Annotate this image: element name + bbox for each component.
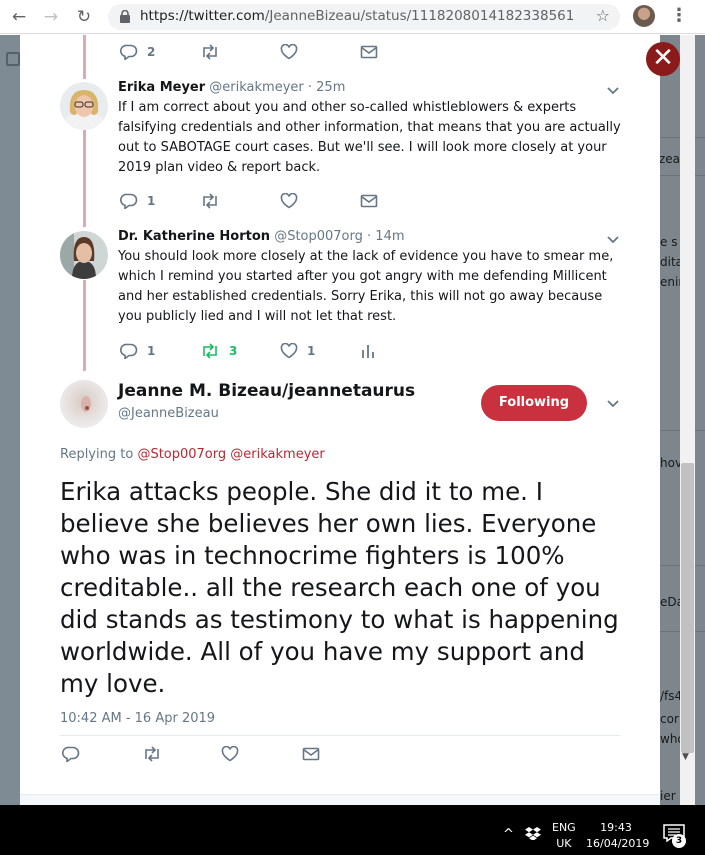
reload-icon[interactable]: ↻ xyxy=(73,6,95,28)
tweet-text: If I am correct about you and other so-c… xyxy=(118,100,621,175)
clock[interactable]: 19:43 16/04/2019 xyxy=(586,820,649,852)
thread-line xyxy=(83,280,86,371)
following-button[interactable]: Following xyxy=(481,385,587,421)
back-icon[interactable]: ← xyxy=(8,6,30,28)
tweet-time[interactable]: · 14m xyxy=(367,229,404,244)
heart-icon xyxy=(280,193,298,209)
like-button[interactable]: 1 xyxy=(280,341,315,361)
avatar[interactable] xyxy=(60,380,108,428)
tweet-actions: 2 xyxy=(120,42,400,62)
reply-icon xyxy=(120,44,138,60)
tweet-actions xyxy=(62,744,342,764)
reply-icon xyxy=(120,193,138,209)
profile-avatar[interactable] xyxy=(633,5,655,27)
envelope-icon xyxy=(360,194,378,208)
like-button[interactable] xyxy=(280,191,298,211)
avatar[interactable] xyxy=(60,82,108,130)
divider xyxy=(60,735,620,736)
retweet-button[interactable] xyxy=(142,744,162,764)
reply-icon xyxy=(62,746,80,762)
bg-fragment: hov xyxy=(660,456,683,470)
bg-fragment: e s xyxy=(660,235,678,249)
envelope-icon xyxy=(360,45,378,59)
dm-button[interactable] xyxy=(360,191,378,211)
tweet-text: Erika attacks people. She did it to me. … xyxy=(60,477,619,698)
bookmark-star-icon[interactable]: ☆ xyxy=(596,6,610,25)
thread-line xyxy=(83,130,86,227)
user-name[interactable]: Jeanne M. Bizeau/jeannetaurus xyxy=(118,381,415,401)
analytics-button[interactable] xyxy=(360,341,376,361)
bg-fragment: zea xyxy=(659,152,681,166)
chevron-down-icon[interactable] xyxy=(606,235,620,245)
user-name[interactable]: Erika Meyer xyxy=(118,80,205,95)
browser-menu-icon[interactable]: ⋮ xyxy=(670,5,688,26)
close-icon[interactable]: ✕ xyxy=(646,42,680,76)
retweet-button[interactable]: 3 xyxy=(200,341,237,361)
tweet-header: Dr. Katherine Horton @Stop007org · 14m xyxy=(118,229,405,244)
mention-link[interactable]: @Stop007org xyxy=(137,447,226,462)
reply-button[interactable]: 1 xyxy=(120,341,155,361)
reply-button[interactable]: 1 xyxy=(120,191,155,211)
bg-fragment: cor xyxy=(660,712,679,726)
like-button[interactable] xyxy=(221,744,239,764)
retweet-icon xyxy=(145,746,159,762)
heart-icon xyxy=(221,746,239,762)
scroll-down-icon[interactable]: ▼ xyxy=(682,752,689,762)
thread-line xyxy=(83,35,86,79)
replying-to: Replying to @Stop007org @erikakmeyer xyxy=(60,447,325,462)
lock-icon xyxy=(120,10,130,23)
url-text: https://twitter.com/JeanneBizeau/status/… xyxy=(140,8,575,24)
mention-link[interactable]: @erikakmeyer xyxy=(230,447,324,462)
retweet-icon xyxy=(203,44,217,60)
user-name[interactable]: Dr. Katherine Horton xyxy=(118,229,270,244)
language-indicator[interactable]: ENG UK xyxy=(552,820,576,852)
background-compose-icon xyxy=(6,52,20,66)
like-button[interactable] xyxy=(280,42,298,62)
user-handle[interactable]: @JeanneBizeau xyxy=(118,406,219,421)
dm-button[interactable] xyxy=(302,744,320,764)
retweet-icon xyxy=(203,193,217,209)
dropbox-icon[interactable] xyxy=(525,826,541,840)
reply-button[interactable]: 2 xyxy=(120,42,155,62)
avatar[interactable] xyxy=(60,231,108,279)
reply-icon xyxy=(120,343,138,359)
notification-badge: 3 xyxy=(672,834,686,848)
chevron-down-icon[interactable] xyxy=(606,86,620,96)
address-bar[interactable]: https://twitter.com/JeanneBizeau/status/… xyxy=(108,4,620,30)
tweet-actions: 1 3 1 xyxy=(120,341,400,361)
retweet-icon xyxy=(203,343,217,359)
envelope-icon xyxy=(302,747,320,761)
tweet-time[interactable]: · 25m xyxy=(308,80,345,95)
chevron-down-icon[interactable] xyxy=(606,399,620,409)
chevron-up-icon[interactable]: ^ xyxy=(503,827,514,842)
reply-button[interactable] xyxy=(62,744,80,764)
modal-footer xyxy=(20,794,660,805)
analytics-icon xyxy=(362,345,374,358)
tweet-text: You should look more closely at the lack… xyxy=(118,249,614,324)
forward-icon[interactable]: → xyxy=(40,6,62,28)
dm-button[interactable] xyxy=(360,42,378,62)
bg-fragment: ier xyxy=(660,789,676,803)
heart-icon xyxy=(280,44,298,60)
tweet-header: Erika Meyer @erikakmeyer · 25m xyxy=(118,80,345,95)
browser-toolbar: ← → ↻ https://twitter.com/JeanneBizeau/s… xyxy=(0,0,705,34)
bg-fragment: /fs4 xyxy=(660,689,683,703)
heart-icon xyxy=(280,343,298,359)
tweet-timestamp[interactable]: 10:42 AM - 16 Apr 2019 xyxy=(60,711,215,726)
page-scrollbar-thumb[interactable] xyxy=(681,463,694,753)
retweet-button[interactable] xyxy=(200,191,220,211)
retweet-button[interactable] xyxy=(200,42,220,62)
user-handle[interactable]: @erikakmeyer xyxy=(209,80,303,95)
tweet-actions: 1 xyxy=(120,191,400,211)
user-handle[interactable]: @Stop007org xyxy=(274,229,363,244)
